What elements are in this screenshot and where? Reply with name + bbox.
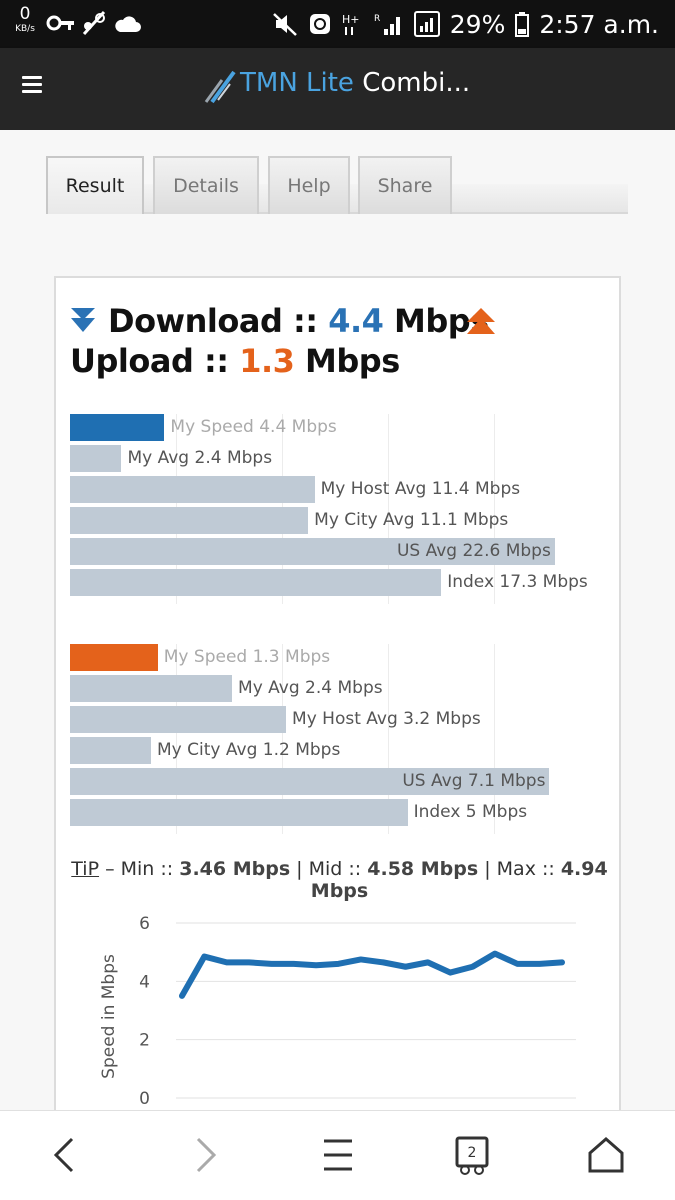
y-tick-label: 6 xyxy=(139,914,150,934)
upload-bar-chart: My Speed 1.3 Mbps My Avg 2.4 Mbps My Host … xyxy=(70,644,600,834)
upload-arrow-icon xyxy=(467,308,495,334)
bar xyxy=(70,799,408,826)
browser-bottom-nav: 2 xyxy=(0,1110,675,1200)
tip-max-label: | Max :: xyxy=(478,858,561,880)
upload-label: Upload :: xyxy=(70,342,240,380)
upload-summary: Upload :: 1.3 Mbps xyxy=(70,342,400,380)
download-bar-chart: My Speed 4.4 Mbps My Avg 2.4 Mbps My Host … xyxy=(70,414,600,604)
bar-label: My Avg 2.4 Mbps xyxy=(127,448,273,468)
bar xyxy=(70,706,287,733)
signal-bars-icon: R xyxy=(374,14,400,35)
mute-icon xyxy=(272,13,297,36)
svg-text:H+: H+ xyxy=(342,13,360,26)
y-tick-label: 0 xyxy=(139,1089,150,1109)
tip-summary: TiP – Min :: 3.46 Mbps | Mid :: 4.58 Mbp… xyxy=(56,858,623,902)
main-content: Result Details Help Share Download :: 4.… xyxy=(0,130,675,1116)
tab-details[interactable]: Details xyxy=(153,156,259,214)
download-summary: Download :: 4.4 Mbps xyxy=(108,302,489,340)
menu-icon[interactable] xyxy=(22,76,42,94)
bar xyxy=(70,445,122,472)
back-icon[interactable] xyxy=(46,1135,86,1175)
bar-label: US Avg 22.6 Mbps xyxy=(396,541,551,561)
tip-min-label: – Min :: xyxy=(99,858,180,880)
result-card: Download :: 4.4 Mbps Upload :: 1.3 Mbps … xyxy=(54,276,621,1116)
tip-link[interactable]: TiP xyxy=(71,858,99,880)
y-tick-label: 4 xyxy=(139,972,150,992)
menu-lines-icon[interactable] xyxy=(318,1135,358,1175)
bar-label: US Avg 7.1 Mbps xyxy=(402,771,546,791)
bar xyxy=(70,414,165,441)
usb-debug-icon xyxy=(82,10,106,36)
battery-percent: 29% xyxy=(449,9,506,39)
bar xyxy=(70,507,309,534)
download-value: 4.4 xyxy=(328,302,384,340)
app-title-brand: TMN Lite xyxy=(240,68,354,98)
bar xyxy=(70,476,315,503)
bar-label: My Host Avg 11.4 Mbps xyxy=(320,479,521,499)
tip-min-value: 3.46 Mbps xyxy=(179,858,291,880)
status-bar: 0 KB/s H+ R 29% 2:57 a.m. xyxy=(0,0,675,48)
speed-line-chart: 0 2 4 6 Speed in Mbps xyxy=(99,914,576,1109)
bar xyxy=(70,644,158,671)
app-bar: TMN Lite Combi... xyxy=(0,48,675,130)
bar-label: My Avg 2.4 Mbps xyxy=(238,678,383,698)
bar-label: My Speed 1.3 Mbps xyxy=(163,647,331,667)
tip-mid-value: 4.58 Mbps xyxy=(367,858,479,880)
bar-label: My Host Avg 3.2 Mbps xyxy=(292,709,481,729)
forward-icon[interactable] xyxy=(184,1135,224,1175)
tab-bar: Result Details Help Share xyxy=(46,156,628,214)
bar-label: My City Avg 1.2 Mbps xyxy=(157,740,341,760)
clock: 2:57 a.m. xyxy=(539,9,659,39)
download-arrow-icon xyxy=(71,308,95,332)
bar xyxy=(70,737,152,764)
cloud-icon xyxy=(115,16,141,32)
svg-text:R: R xyxy=(374,14,380,24)
download-label: Download :: xyxy=(108,302,329,340)
battery-icon xyxy=(515,12,530,37)
signal-box-icon xyxy=(413,11,440,37)
tab-share[interactable]: Share xyxy=(358,156,452,214)
bar-label: My City Avg 11.1 Mbps xyxy=(314,510,509,530)
speed-series-line xyxy=(179,950,565,999)
y-tick-label: 2 xyxy=(139,1031,150,1051)
status-right-group: H+ R 29% 2:57 a.m. xyxy=(272,9,659,39)
y-axis-label: Speed in Mbps xyxy=(99,954,119,1079)
svg-text:2: 2 xyxy=(468,1145,477,1161)
key-icon xyxy=(46,15,74,31)
bar-label: Index 17.3 Mbps xyxy=(447,572,588,592)
hplus-network-icon: H+ xyxy=(342,13,360,35)
tip-mid-label: | Mid :: xyxy=(290,858,368,880)
upload-unit: Mbps xyxy=(294,342,400,380)
sync-icon xyxy=(309,14,330,34)
app-title: TMN Lite Combi... xyxy=(240,68,470,98)
bar xyxy=(70,569,442,596)
upload-value: 1.3 xyxy=(239,342,295,380)
bar-label: My Speed 4.4 Mbps xyxy=(170,417,337,437)
bar-label: Index 5 Mbps xyxy=(413,802,528,822)
network-speed-indicator: 0 KB/s xyxy=(10,6,40,34)
tabs-icon[interactable]: 2 xyxy=(452,1135,492,1175)
app-logo-icon xyxy=(204,70,236,104)
network-speed-unit: KB/s xyxy=(15,24,35,34)
bar xyxy=(70,675,233,702)
app-title-rest: Combi... xyxy=(353,68,471,98)
tab-result[interactable]: Result xyxy=(46,156,144,214)
tab-help[interactable]: Help xyxy=(268,156,350,214)
network-speed-value: 0 xyxy=(19,4,31,24)
home-icon[interactable] xyxy=(586,1135,626,1175)
